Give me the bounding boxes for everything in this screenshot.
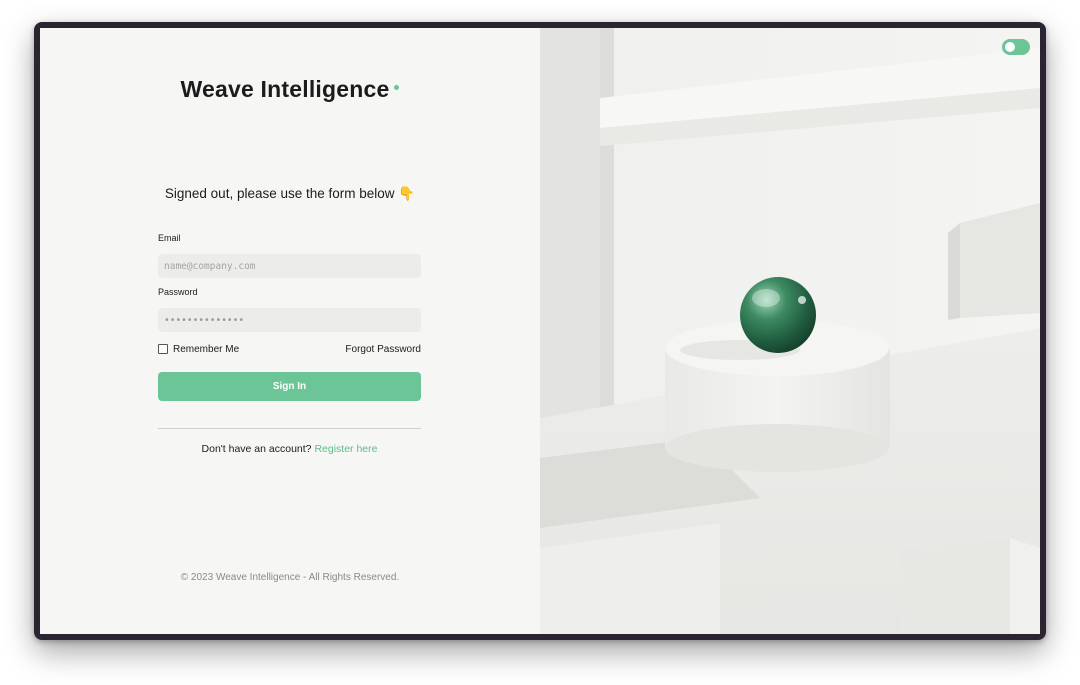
register-row: Don't have an account? Register here <box>158 443 421 455</box>
email-field[interactable] <box>158 254 421 278</box>
register-link[interactable]: Register here <box>314 443 377 455</box>
brand-dot-icon <box>394 85 400 90</box>
login-panel: Weave Intelligence Signed out, please us… <box>40 28 540 634</box>
password-label: Password <box>158 287 198 297</box>
password-field[interactable] <box>158 308 421 332</box>
form-options: Remember Me Forgot Password <box>158 342 421 356</box>
no-account-text: Don't have an account? <box>201 443 312 455</box>
screen: Weave Intelligence Signed out, please us… <box>40 28 1040 634</box>
brand-name: Weave Intelligence <box>180 76 390 102</box>
theme-toggle-switch[interactable] <box>1002 39 1030 55</box>
login-form: Email Password Remember Me Forgot Passwo… <box>158 232 421 455</box>
sign-in-button[interactable]: Sign In <box>158 372 421 401</box>
toggle-knob <box>1005 42 1015 52</box>
copyright-footer: © 2023 Weave Intelligence - All Rights R… <box>180 572 400 583</box>
hero-3d-scene-image <box>540 28 1040 634</box>
email-label: Email <box>158 233 181 243</box>
device-frame: Weave Intelligence Signed out, please us… <box>34 22 1046 640</box>
page-heading: Signed out, please use the form below 👇 <box>164 186 416 201</box>
remember-me-checkbox[interactable] <box>158 344 168 354</box>
hero-image-panel <box>540 28 1040 634</box>
brand-logo: Weave Intelligence <box>40 76 540 103</box>
divider <box>158 428 421 429</box>
remember-me[interactable]: Remember Me <box>158 344 239 355</box>
remember-me-label: Remember Me <box>173 343 240 355</box>
forgot-password-link[interactable]: Forgot Password <box>345 344 421 355</box>
